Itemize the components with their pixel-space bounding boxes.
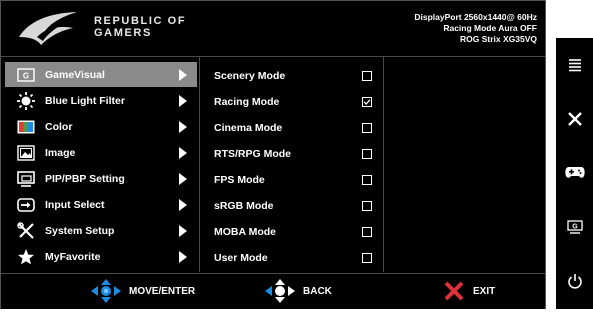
check-icon [363, 98, 371, 105]
status-line-1: DisplayPort 2560x1440@ 60Hz [414, 12, 537, 22]
power-icon [567, 274, 582, 289]
submenu-item-label: MOBA Mode [214, 225, 277, 238]
submenu-item-racing-mode[interactable]: Racing Mode [200, 89, 383, 114]
exit-button[interactable]: EXIT [443, 280, 495, 302]
menu-item-label: Blue Light Filter [45, 94, 125, 107]
submenu-item-rts-rpg-mode[interactable]: RTS/RPG Mode [200, 141, 383, 166]
brand-line-1: REPUBLIC OF [94, 15, 187, 27]
menu-icon [568, 59, 581, 72]
menu-item-image[interactable]: Image [5, 140, 197, 165]
color-icon [11, 117, 41, 137]
menu-item-label: MyFavorite [45, 250, 101, 263]
status-line-2: Racing Mode Aura OFF [443, 23, 537, 33]
checkbox[interactable] [362, 174, 372, 185]
checkbox[interactable] [362, 122, 372, 133]
menu-item-label: Color [45, 120, 73, 133]
submenu-item-moba-mode[interactable]: MOBA Mode [200, 219, 383, 244]
status-info: DisplayPort 2560x1440@ 60Hz Racing Mode … [414, 12, 537, 45]
chevron-right-icon [179, 198, 187, 211]
main-menu: G GameVisual Blue Light Filter Color Ima… [1, 57, 200, 272]
chevron-right-icon [179, 120, 187, 133]
exit-label: EXIT [473, 285, 496, 297]
move-enter-button[interactable]: MOVE/ENTER [91, 279, 196, 303]
exit-x-icon [444, 281, 464, 301]
menu-hardware-button[interactable] [556, 38, 593, 92]
brand-line-2: GAMERS [94, 27, 152, 39]
menu-item-label: Image [45, 146, 76, 159]
checkbox[interactable] [362, 252, 372, 263]
chevron-right-icon [179, 224, 187, 237]
svg-text:G: G [23, 71, 29, 80]
image-icon [11, 143, 41, 163]
gamevisual-icon: G [566, 220, 583, 234]
power-hardware-button[interactable] [556, 254, 593, 308]
osd-window: REPUBLIC OF GAMERS DisplayPort 2560x1440… [0, 0, 546, 309]
five-way-navigation-icon [91, 279, 121, 303]
chevron-right-icon [179, 172, 187, 185]
detail-panel [384, 57, 545, 272]
chevron-right-icon [179, 146, 187, 159]
menu-item-myfavorite[interactable]: MyFavorite [5, 244, 197, 269]
osd-header: REPUBLIC OF GAMERS DisplayPort 2560x1440… [1, 1, 545, 57]
gamevisual-icon: G [11, 65, 41, 85]
submenu-item-cinema-mode[interactable]: Cinema Mode [200, 115, 383, 140]
submenu-item-scenery-mode[interactable]: Scenery Mode [200, 63, 383, 88]
star-icon [11, 247, 41, 267]
close-hardware-button[interactable] [556, 92, 593, 146]
submenu-item-label: User Mode [214, 251, 268, 264]
rog-logo [19, 12, 77, 45]
checkbox[interactable] [362, 148, 372, 159]
hardware-button-panel: G [556, 38, 593, 309]
submenu-item-user-mode[interactable]: User Mode [200, 245, 383, 270]
checkbox[interactable] [362, 70, 372, 81]
menu-item-label: Input Select [45, 198, 105, 211]
gamevisual-hardware-button[interactable]: G [556, 200, 593, 254]
osd-footer: MOVE/ENTER BACK EXIT [1, 273, 545, 309]
svg-text:G: G [572, 224, 578, 231]
submenu-item-label: Racing Mode [214, 95, 280, 108]
pip-icon [11, 169, 41, 189]
five-way-back-icon [265, 279, 295, 303]
menu-item-label: GameVisual [45, 68, 105, 81]
menu-item-input-select[interactable]: Input Select [5, 192, 197, 217]
back-label: BACK [303, 285, 332, 297]
back-button[interactable]: BACK [265, 279, 332, 303]
submenu-item-fps-mode[interactable]: FPS Mode [200, 167, 383, 192]
submenu-item-label: sRGB Mode [214, 199, 274, 212]
gameplus-hardware-button[interactable] [556, 146, 593, 200]
submenu-item-label: RTS/RPG Mode [214, 147, 292, 160]
chevron-right-icon [179, 250, 187, 263]
blue-light-icon [11, 91, 41, 111]
checkbox[interactable] [362, 226, 372, 237]
chevron-right-icon [179, 94, 187, 107]
checkbox[interactable] [362, 200, 372, 211]
move-enter-label: MOVE/ENTER [129, 285, 196, 297]
status-line-3: ROG Strix XG35VQ [460, 34, 537, 44]
menu-item-blue-light-filter[interactable]: Blue Light Filter [5, 88, 197, 113]
system-setup-icon [11, 221, 41, 241]
input-select-icon [11, 195, 41, 215]
submenu-item-label: Scenery Mode [214, 69, 286, 82]
menu-item-color[interactable]: Color [5, 114, 197, 139]
menu-item-label: System Setup [45, 224, 115, 237]
gamepad-icon [564, 167, 585, 178]
menu-item-system-setup[interactable]: System Setup [5, 218, 197, 243]
submenu-item-srgb-mode[interactable]: sRGB Mode [200, 193, 383, 218]
submenu-item-label: Cinema Mode [214, 121, 283, 134]
chevron-right-icon [179, 68, 187, 81]
submenu: Scenery Mode Racing Mode Cinema Mode RTS… [200, 57, 384, 272]
brand-name: REPUBLIC OF GAMERS [94, 15, 186, 39]
close-icon [567, 112, 582, 126]
menu-item-gamevisual[interactable]: G GameVisual [5, 62, 197, 87]
menu-item-pip-pbp-setting[interactable]: PIP/PBP Setting [5, 166, 197, 191]
submenu-item-label: FPS Mode [214, 173, 265, 186]
menu-item-label: PIP/PBP Setting [45, 172, 125, 185]
checkbox-checked[interactable] [362, 96, 372, 107]
